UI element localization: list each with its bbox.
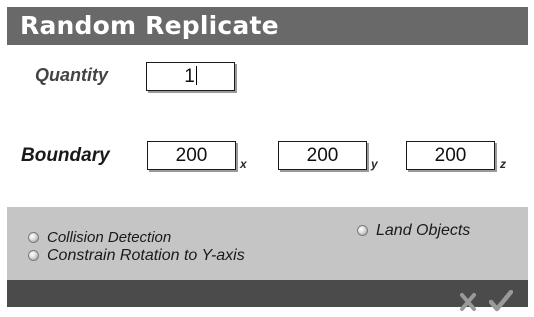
title-bar: Random Replicate xyxy=(7,7,528,45)
x-icon xyxy=(460,293,476,311)
boundary-x-input[interactable]: 200 xyxy=(147,141,236,170)
land-objects-label: Land Objects xyxy=(376,222,471,239)
boundary-z-axis-label: z xyxy=(500,157,506,171)
cancel-button[interactable] xyxy=(459,292,477,312)
collision-detection-label: Collision Detection xyxy=(47,229,172,246)
quantity-value: 1 xyxy=(184,66,195,87)
constrain-rotation-radio[interactable] xyxy=(28,250,39,261)
constrain-rotation-label: Constrain Rotation to Y-axis xyxy=(47,247,245,264)
text-caret xyxy=(195,66,197,85)
ok-button[interactable] xyxy=(488,289,514,312)
checkmark-icon xyxy=(488,289,514,312)
collision-detection-radio[interactable] xyxy=(28,232,39,243)
random-replicate-dialog: Random Replicate Quantity 1 Boundary 200… xyxy=(7,7,528,312)
dialog-footer xyxy=(7,280,528,307)
boundary-x-axis-label: x xyxy=(240,157,247,171)
boundary-y-axis-label: y xyxy=(371,157,378,171)
boundary-y-input[interactable]: 200 xyxy=(278,141,367,170)
boundary-z-input[interactable]: 200 xyxy=(406,141,495,170)
land-objects-radio[interactable] xyxy=(357,225,368,236)
quantity-label: Quantity xyxy=(35,65,109,85)
boundary-label: Boundary xyxy=(21,145,110,166)
quantity-input[interactable]: 1 xyxy=(146,62,235,91)
dialog-title: Random Replicate xyxy=(20,11,279,40)
